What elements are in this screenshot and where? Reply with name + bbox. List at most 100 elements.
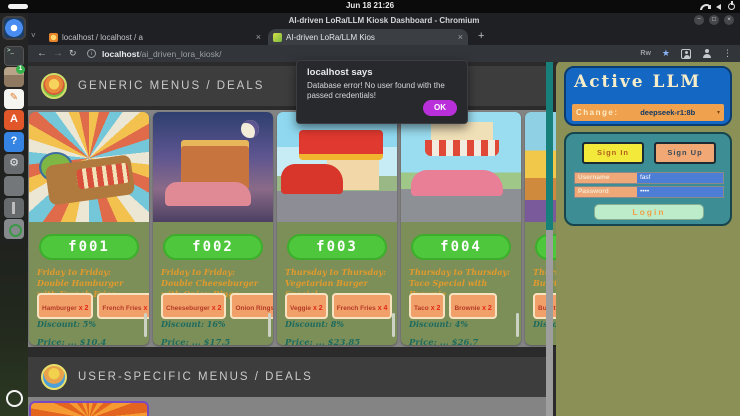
menu-items: Taco x 2 Brownie x 2 — [409, 293, 497, 319]
software-updater-icon[interactable] — [4, 219, 24, 239]
chromium-icon[interactable] — [4, 18, 24, 38]
menu-id-button[interactable]: f001 — [39, 234, 139, 260]
window-controls: − □ × — [694, 15, 734, 25]
vertical-scrollbar-thumb[interactable] — [546, 62, 553, 230]
menu-image-night-diner — [153, 112, 273, 222]
help-icon[interactable]: ? — [4, 132, 24, 152]
menu-id-button[interactable]: f003 — [287, 234, 387, 260]
tab-search-icon[interactable]: ˅ — [31, 31, 36, 40]
price-text: Price: ... $23.85 — [285, 338, 361, 345]
address-bar[interactable]: localhost/ai_driven_lora_kiosk/ — [102, 49, 222, 59]
llm-change-bar: Change: deepseek-r1:8b ▾ — [572, 104, 724, 121]
sign-up-button[interactable]: Sign Up — [654, 142, 716, 164]
menu-items: Cheeseburgerx 2 Onion Ringsx 6 — [161, 293, 273, 319]
item-name: Taco — [414, 305, 429, 312]
ubuntu-logo-icon[interactable] — [4, 388, 24, 408]
card-scrollbar[interactable] — [144, 313, 147, 337]
site-info-icon[interactable]: i — [87, 49, 96, 58]
url-host: localhost — [102, 49, 140, 59]
section-title: GENERIC MENUS / DEALS — [78, 80, 265, 92]
phpmyadmin-favicon — [49, 32, 58, 42]
desktop-clock[interactable]: Jun 18 21:26 — [0, 1, 740, 10]
close-button[interactable]: × — [724, 15, 734, 25]
active-llm-title: Active LLM — [574, 72, 702, 92]
user-cards-row — [28, 397, 546, 416]
vertical-scrollbar[interactable] — [546, 62, 553, 416]
password-row: Password •••• — [574, 186, 724, 198]
kiosk-favicon — [273, 32, 282, 42]
menu-items: Veggie x 2 French Fries x 4 — [285, 293, 393, 319]
item-qty: x 2 — [482, 305, 492, 312]
card-scrollbar[interactable] — [392, 313, 395, 337]
user-menu-card-partial — [29, 401, 149, 416]
dock: >_ 1 ✎ A ? ⚙ — [0, 13, 28, 416]
price-text: Price: ... $26.7 — [409, 338, 479, 345]
new-tab-button[interactable]: + — [478, 31, 484, 42]
tab-close-icon[interactable]: × — [458, 32, 463, 42]
item-name: Hamburger — [42, 305, 77, 312]
price-text: Price: ... $10.4 — [37, 338, 107, 345]
item-name: French Fries — [336, 305, 376, 312]
item-chip: Veggie x 2 — [285, 293, 328, 319]
section-title: USER-SPECIFIC MENUS / DEALS — [78, 371, 313, 383]
tab-kiosk-dashboard[interactable]: AI-driven LoRa/LLM Kios × — [268, 29, 468, 45]
power-icon[interactable] — [728, 1, 735, 10]
sign-in-button[interactable]: Sign In — [582, 142, 644, 164]
password-field[interactable]: •••• — [637, 187, 723, 197]
card-scrollbar[interactable] — [516, 313, 519, 337]
menu-id-button[interactable]: f004 — [411, 234, 511, 260]
llm-model-select[interactable]: deepseek-r1:8b — [619, 108, 717, 117]
tab-close-icon[interactable]: × — [256, 32, 261, 42]
item-chip: Onion Ringsx 6 — [230, 293, 273, 319]
item-qty: x 2 — [312, 305, 323, 312]
item-name: Veggie — [290, 305, 311, 312]
menu-id-button[interactable]: f002 — [163, 234, 263, 260]
card-scrollbar[interactable] — [268, 313, 271, 337]
tab-phpmyadmin[interactable]: localhost / localhost / a × — [44, 29, 266, 45]
extension-person-icon[interactable] — [681, 48, 691, 59]
menu-card-f001: f001 Friday to Friday: Double Hamburger … — [29, 112, 149, 345]
terminal-icon[interactable]: >_ — [4, 46, 24, 66]
item-chip: Hamburger x 2 — [37, 293, 94, 319]
auth-box: Sign In Sign Up Username fasf Password •… — [564, 132, 732, 226]
archive-icon[interactable] — [4, 176, 24, 196]
minimize-button[interactable]: − — [694, 15, 704, 25]
password-label: Password — [575, 187, 637, 197]
volume-icon[interactable] — [708, 3, 721, 10]
back-button[interactable]: ← — [37, 48, 47, 59]
tab-strip: ˅ localhost / localhost / a × AI-driven … — [28, 27, 740, 45]
user-menus-logo — [41, 364, 67, 390]
screen: Jun 18 21:26 >_ 1 ✎ A ? ⚙ AI-driven LoRa… — [0, 0, 740, 416]
username-row: Username fasf — [574, 172, 724, 184]
item-chip: French Friesx 4 — [331, 293, 393, 319]
forward-button[interactable]: → — [53, 48, 63, 59]
url-path: /ai_driven_lora_kiosk/ — [139, 49, 222, 59]
username-field[interactable]: fasf — [637, 173, 723, 183]
app-a-icon[interactable]: A — [4, 110, 24, 130]
text-editor-icon[interactable]: ✎ — [4, 89, 24, 109]
toolbar-right-icons: Rw ★ ⋮ — [640, 47, 732, 60]
discount-text: Discount: 5% — [37, 319, 96, 329]
reload-button[interactable]: ↻ — [69, 48, 77, 59]
tab-label: localhost / localhost / a — [62, 32, 143, 42]
item-chip: Brownie x 2 — [449, 293, 497, 319]
system-tray[interactable] — [700, 1, 735, 11]
maximize-button[interactable]: □ — [709, 15, 719, 25]
usb-drive-icon[interactable] — [4, 198, 24, 218]
profile-icon[interactable] — [702, 48, 712, 59]
ok-button[interactable]: OK — [423, 100, 457, 116]
discount-text: Discount: 4% — [409, 319, 468, 329]
item-qty: x 2 — [430, 305, 441, 312]
bookmark-star-icon[interactable]: ★ — [662, 48, 670, 59]
item-qty: x 2 — [211, 305, 222, 312]
item-name: Brownie — [454, 305, 481, 312]
extension-icon[interactable]: Rw — [640, 50, 651, 57]
desktop-top-bar: Jun 18 21:26 — [0, 0, 740, 13]
item-qty: x 4 — [377, 305, 388, 312]
section-generic-menus: GENERIC MENUS / DEALS — [28, 66, 546, 106]
menu-kebab-icon[interactable]: ⋮ — [723, 48, 732, 59]
login-button[interactable]: Login — [594, 204, 704, 220]
item-chip: French Friesx 4 — [97, 293, 149, 319]
settings-icon[interactable]: ⚙ — [4, 154, 24, 174]
change-label: Change: — [576, 108, 619, 117]
